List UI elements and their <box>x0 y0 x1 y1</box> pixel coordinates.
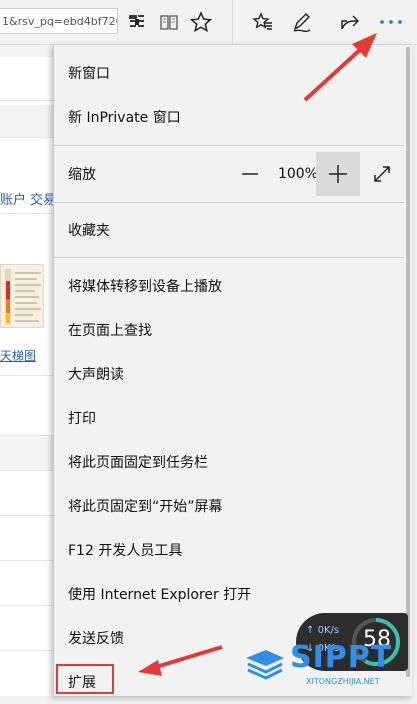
menu-item-label: 收藏夹 <box>68 223 110 239</box>
more-actions-icon[interactable] <box>377 8 405 36</box>
upload-speed-value: 0K/s <box>317 625 340 636</box>
browser-toolbar: 1&rsv_pq=ebd4bf720 <box>0 0 417 45</box>
favorites-hub-icon[interactable] <box>249 8 277 36</box>
menu-item-label: 在页面上查找 <box>68 323 152 339</box>
page-divider <box>0 560 53 561</box>
page-divider <box>0 470 53 471</box>
zoom-in-button[interactable] <box>316 152 360 196</box>
page-nav-links[interactable]: 账户 交易 <box>0 189 53 208</box>
page-divider <box>0 213 53 214</box>
upload-arrow-icon: ↑ <box>306 625 315 636</box>
zoom-out-button[interactable] <box>228 152 272 196</box>
watermark-logo-icon <box>246 650 284 680</box>
toolbar-divider <box>232 0 233 44</box>
extensions-highlight-box <box>56 664 114 694</box>
zoom-level: 100% <box>277 166 319 182</box>
menu-item-new-window[interactable]: 新窗口 <box>54 51 412 95</box>
watermark-url: XITONGZHIJIA.NET <box>306 677 380 686</box>
menu-item-label: 新 InPrivate 窗口 <box>68 110 181 126</box>
page-divider <box>0 375 53 376</box>
menu-item-print[interactable]: 打印 <box>54 396 412 440</box>
menu-item-f12-developer-tools[interactable]: F12 开发人员工具 <box>54 528 412 572</box>
menu-item-label: 将媒体转移到设备上播放 <box>68 279 222 295</box>
menu-item-cast-media[interactable]: 将媒体转移到设备上播放 <box>54 264 412 308</box>
menu-row-zoom: 缩放 100% <box>54 152 412 196</box>
menu-item-label: F12 开发人员工具 <box>68 543 183 559</box>
menu-item-label: 发送反馈 <box>68 631 124 647</box>
menu-separator <box>54 145 404 146</box>
address-bar[interactable]: 1&rsv_pq=ebd4bf720 <box>0 8 118 34</box>
favorite-star-icon[interactable] <box>187 8 215 36</box>
page-image-caption[interactable]: 天梯图 <box>0 347 36 364</box>
menu-scrollbar-thumb[interactable] <box>406 47 410 677</box>
menu-item-new-inprivate-window[interactable]: 新 InPrivate 窗口 <box>54 95 412 139</box>
zoom-label: 缩放 <box>68 167 96 183</box>
menu-separator <box>54 202 404 203</box>
watermark-brand: SIPPT <box>290 640 393 675</box>
page-divider <box>0 515 53 516</box>
menu-item-label: 将此页面固定到任务栏 <box>68 455 208 471</box>
fullscreen-button[interactable] <box>360 152 404 196</box>
page-divider <box>0 137 53 138</box>
menu-item-label: 新窗口 <box>68 66 110 82</box>
menu-item-label: 大声朗读 <box>68 367 124 383</box>
page-band <box>0 45 53 57</box>
page-divider <box>0 605 53 606</box>
menu-separator <box>54 257 404 258</box>
menu-item-read-aloud[interactable]: 大声朗读 <box>54 352 412 396</box>
more-actions-menu: 新窗口 新 InPrivate 窗口 缩放 100% 收藏夹 将媒体转移到设备上… <box>53 45 412 696</box>
menu-item-label: 打印 <box>68 411 96 427</box>
reader-mode-icon[interactable] <box>123 8 151 36</box>
menu-item-open-with-ie[interactable]: 使用 Internet Explorer 打开 <box>54 572 412 616</box>
page-band <box>0 436 53 470</box>
web-note-icon[interactable] <box>288 8 316 36</box>
page-divider <box>0 650 53 651</box>
menu-item-pin-to-taskbar[interactable]: 将此页面固定到任务栏 <box>54 440 412 484</box>
menu-item-find-on-page[interactable]: 在页面上查找 <box>54 308 412 352</box>
share-icon[interactable] <box>336 8 364 36</box>
upload-speed: ↑ 0K/s <box>306 625 339 636</box>
menu-item-label: 使用 Internet Explorer 打开 <box>68 587 252 603</box>
page-thumbnail-image[interactable] <box>0 264 44 328</box>
menu-item-label: 将此页固定到“开始”屏幕 <box>68 499 223 515</box>
site-watermark: SIPPT XITONGZHIJIA.NET <box>242 640 412 692</box>
book-icon[interactable] <box>155 8 183 36</box>
menu-item-pin-to-start[interactable]: 将此页固定到“开始”屏幕 <box>54 484 412 528</box>
page-band <box>0 105 53 137</box>
menu-item-favorites[interactable]: 收藏夹 <box>54 208 412 252</box>
webpage-content: 账户 交易 天梯图 <box>0 45 53 696</box>
page-divider <box>0 100 53 101</box>
